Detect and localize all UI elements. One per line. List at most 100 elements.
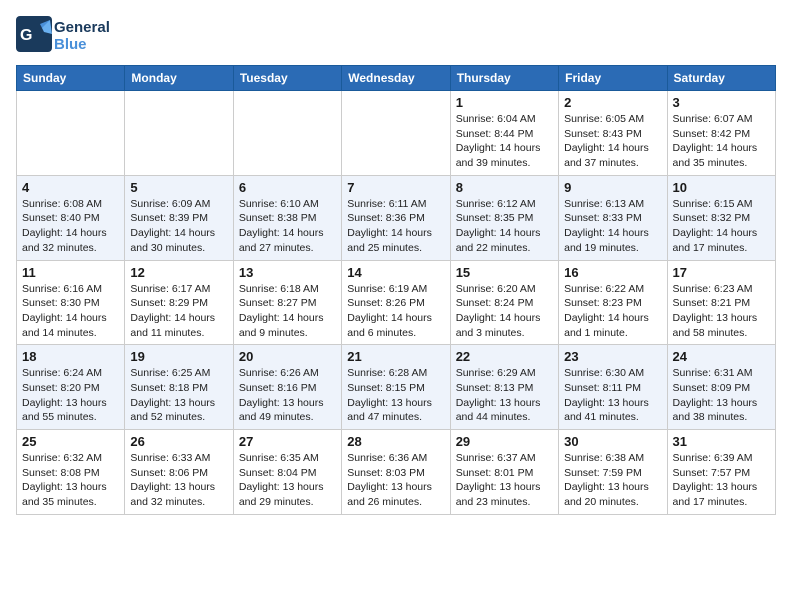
weekday-header-sunday: Sunday xyxy=(17,66,125,91)
day-number: 19 xyxy=(130,349,227,364)
calendar-cell: 11 Sunrise: 6:16 AM Sunset: 8:30 PM Dayli… xyxy=(17,260,125,345)
day-info: Sunrise: 6:38 AM Sunset: 7:59 PM Dayligh… xyxy=(564,451,661,510)
logo-icon: G xyxy=(16,16,52,52)
logo: G General Blue xyxy=(16,16,110,57)
day-number: 22 xyxy=(456,349,553,364)
day-info: Sunrise: 6:33 AM Sunset: 8:06 PM Dayligh… xyxy=(130,451,227,510)
calendar-cell: 27 Sunrise: 6:35 AM Sunset: 8:04 PM Dayli… xyxy=(233,430,341,515)
day-number: 29 xyxy=(456,434,553,449)
day-number: 15 xyxy=(456,265,553,280)
logo-general: General xyxy=(54,19,110,36)
week-row-4: 18 Sunrise: 6:24 AM Sunset: 8:20 PM Dayli… xyxy=(17,345,776,430)
calendar-cell: 29 Sunrise: 6:37 AM Sunset: 8:01 PM Dayli… xyxy=(450,430,558,515)
calendar-cell xyxy=(233,91,341,176)
calendar-cell: 16 Sunrise: 6:22 AM Sunset: 8:23 PM Dayli… xyxy=(559,260,667,345)
day-number: 26 xyxy=(130,434,227,449)
calendar-cell: 10 Sunrise: 6:15 AM Sunset: 8:32 PM Dayli… xyxy=(667,175,775,260)
day-info: Sunrise: 6:37 AM Sunset: 8:01 PM Dayligh… xyxy=(456,451,553,510)
day-number: 21 xyxy=(347,349,444,364)
calendar-cell: 15 Sunrise: 6:20 AM Sunset: 8:24 PM Dayli… xyxy=(450,260,558,345)
day-info: Sunrise: 6:30 AM Sunset: 8:11 PM Dayligh… xyxy=(564,366,661,425)
day-info: Sunrise: 6:09 AM Sunset: 8:39 PM Dayligh… xyxy=(130,197,227,256)
calendar-cell xyxy=(17,91,125,176)
weekday-header-monday: Monday xyxy=(125,66,233,91)
week-row-5: 25 Sunrise: 6:32 AM Sunset: 8:08 PM Dayli… xyxy=(17,430,776,515)
day-info: Sunrise: 6:08 AM Sunset: 8:40 PM Dayligh… xyxy=(22,197,119,256)
day-info: Sunrise: 6:18 AM Sunset: 8:27 PM Dayligh… xyxy=(239,282,336,341)
day-number: 28 xyxy=(347,434,444,449)
calendar-cell: 17 Sunrise: 6:23 AM Sunset: 8:21 PM Dayli… xyxy=(667,260,775,345)
calendar-cell: 14Sunrise: 6:19 AM Sunset: 8:26 PM Dayli… xyxy=(342,260,450,345)
day-info: Sunrise: 6:32 AM Sunset: 8:08 PM Dayligh… xyxy=(22,451,119,510)
calendar-cell: 8 Sunrise: 6:12 AM Sunset: 8:35 PM Daylig… xyxy=(450,175,558,260)
calendar-cell: 6 Sunrise: 6:10 AM Sunset: 8:38 PM Daylig… xyxy=(233,175,341,260)
calendar-cell: 19Sunrise: 6:25 AM Sunset: 8:18 PM Dayli… xyxy=(125,345,233,430)
calendar-cell: 26 Sunrise: 6:33 AM Sunset: 8:06 PM Dayli… xyxy=(125,430,233,515)
day-info: Sunrise: 6:35 AM Sunset: 8:04 PM Dayligh… xyxy=(239,451,336,510)
calendar-cell: 22 Sunrise: 6:29 AM Sunset: 8:13 PM Dayli… xyxy=(450,345,558,430)
day-number: 1 xyxy=(456,95,553,110)
calendar-cell: 3 Sunrise: 6:07 AM Sunset: 8:42 PM Daylig… xyxy=(667,91,775,176)
day-info: Sunrise: 6:24 AM Sunset: 8:20 PM Dayligh… xyxy=(22,366,119,425)
day-info: Sunrise: 6:39 AM Sunset: 7:57 PM Dayligh… xyxy=(673,451,770,510)
day-number: 30 xyxy=(564,434,661,449)
day-number: 23 xyxy=(564,349,661,364)
day-info: Sunrise: 6:22 AM Sunset: 8:23 PM Dayligh… xyxy=(564,282,661,341)
weekday-header-thursday: Thursday xyxy=(450,66,558,91)
day-number: 25 xyxy=(22,434,119,449)
day-number: 2 xyxy=(564,95,661,110)
day-number: 17 xyxy=(673,265,770,280)
day-info: Sunrise: 6:31 AM Sunset: 8:09 PM Dayligh… xyxy=(673,366,770,425)
calendar-cell: 31Sunrise: 6:39 AM Sunset: 7:57 PM Dayli… xyxy=(667,430,775,515)
day-number: 5 xyxy=(130,180,227,195)
calendar-cell: 30 Sunrise: 6:38 AM Sunset: 7:59 PM Dayli… xyxy=(559,430,667,515)
day-info: Sunrise: 6:15 AM Sunset: 8:32 PM Dayligh… xyxy=(673,197,770,256)
day-number: 10 xyxy=(673,180,770,195)
day-number: 12 xyxy=(130,265,227,280)
day-info: Sunrise: 6:17 AM Sunset: 8:29 PM Dayligh… xyxy=(130,282,227,341)
weekday-header-wednesday: Wednesday xyxy=(342,66,450,91)
day-number: 13 xyxy=(239,265,336,280)
day-info: Sunrise: 6:23 AM Sunset: 8:21 PM Dayligh… xyxy=(673,282,770,341)
day-info: Sunrise: 6:13 AM Sunset: 8:33 PM Dayligh… xyxy=(564,197,661,256)
day-number: 6 xyxy=(239,180,336,195)
day-number: 18 xyxy=(22,349,119,364)
calendar-cell: 4 Sunrise: 6:08 AM Sunset: 8:40 PM Daylig… xyxy=(17,175,125,260)
calendar-cell: 1 Sunrise: 6:04 AM Sunset: 8:44 PM Daylig… xyxy=(450,91,558,176)
week-row-3: 11 Sunrise: 6:16 AM Sunset: 8:30 PM Dayli… xyxy=(17,260,776,345)
day-number: 9 xyxy=(564,180,661,195)
day-info: Sunrise: 6:20 AM Sunset: 8:24 PM Dayligh… xyxy=(456,282,553,341)
calendar-cell: 21Sunrise: 6:28 AM Sunset: 8:15 PM Dayli… xyxy=(342,345,450,430)
day-info: Sunrise: 6:10 AM Sunset: 8:38 PM Dayligh… xyxy=(239,197,336,256)
day-number: 4 xyxy=(22,180,119,195)
day-info: Sunrise: 6:36 AM Sunset: 8:03 PM Dayligh… xyxy=(347,451,444,510)
day-info: Sunrise: 6:29 AM Sunset: 8:13 PM Dayligh… xyxy=(456,366,553,425)
svg-text:G: G xyxy=(20,27,32,44)
calendar-cell: 9 Sunrise: 6:13 AM Sunset: 8:33 PM Daylig… xyxy=(559,175,667,260)
day-info: Sunrise: 6:07 AM Sunset: 8:42 PM Dayligh… xyxy=(673,112,770,171)
day-number: 3 xyxy=(673,95,770,110)
calendar-cell: 23 Sunrise: 6:30 AM Sunset: 8:11 PM Dayli… xyxy=(559,345,667,430)
day-number: 27 xyxy=(239,434,336,449)
day-number: 7 xyxy=(347,180,444,195)
logo-blue: Blue xyxy=(54,36,87,53)
calendar-cell: 5 Sunrise: 6:09 AM Sunset: 8:39 PM Daylig… xyxy=(125,175,233,260)
calendar-cell: 18 Sunrise: 6:24 AM Sunset: 8:20 PM Dayli… xyxy=(17,345,125,430)
week-row-1: 1 Sunrise: 6:04 AM Sunset: 8:44 PM Daylig… xyxy=(17,91,776,176)
calendar-table: SundayMondayTuesdayWednesdayThursdayFrid… xyxy=(16,65,776,515)
week-row-2: 4 Sunrise: 6:08 AM Sunset: 8:40 PM Daylig… xyxy=(17,175,776,260)
day-number: 20 xyxy=(239,349,336,364)
day-number: 16 xyxy=(564,265,661,280)
day-info: Sunrise: 6:12 AM Sunset: 8:35 PM Dayligh… xyxy=(456,197,553,256)
day-info: Sunrise: 6:19 AM Sunset: 8:26 PM Dayligh… xyxy=(347,282,444,341)
day-info: Sunrise: 6:16 AM Sunset: 8:30 PM Dayligh… xyxy=(22,282,119,341)
day-number: 11 xyxy=(22,265,119,280)
calendar-cell: 12 Sunrise: 6:17 AM Sunset: 8:29 PM Dayli… xyxy=(125,260,233,345)
day-info: Sunrise: 6:26 AM Sunset: 8:16 PM Dayligh… xyxy=(239,366,336,425)
weekday-header-tuesday: Tuesday xyxy=(233,66,341,91)
calendar-cell: 28 Sunrise: 6:36 AM Sunset: 8:03 PM Dayli… xyxy=(342,430,450,515)
day-info: Sunrise: 6:11 AM Sunset: 8:36 PM Dayligh… xyxy=(347,197,444,256)
calendar-cell: 13 Sunrise: 6:18 AM Sunset: 8:27 PM Dayli… xyxy=(233,260,341,345)
day-number: 8 xyxy=(456,180,553,195)
day-info: Sunrise: 6:04 AM Sunset: 8:44 PM Dayligh… xyxy=(456,112,553,171)
